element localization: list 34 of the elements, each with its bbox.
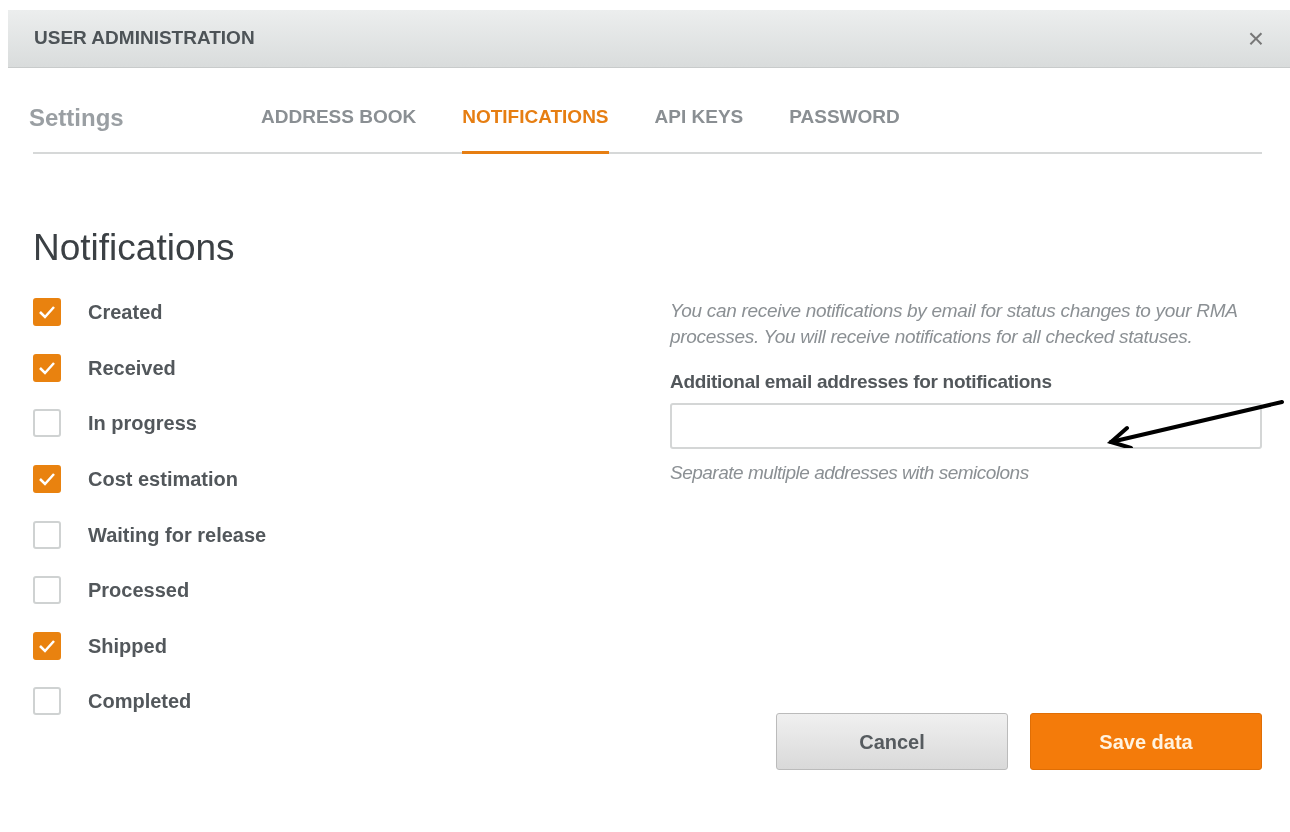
checkbox[interactable] bbox=[33, 687, 61, 716]
tab[interactable]: PASSWORD bbox=[789, 102, 900, 154]
save-button[interactable]: Save data bbox=[1030, 713, 1262, 770]
checkbox[interactable] bbox=[33, 353, 61, 382]
checkbox[interactable] bbox=[33, 409, 61, 438]
checkbox[interactable] bbox=[33, 298, 61, 327]
checkbox[interactable] bbox=[33, 631, 61, 660]
close-button[interactable]: × bbox=[1247, 24, 1264, 53]
checkbox-label: Cost estimation bbox=[88, 466, 239, 492]
field-hint: Separate multiple addresses with semicolons bbox=[670, 460, 1030, 485]
checkbox-label: In progress bbox=[88, 411, 197, 437]
tab[interactable]: API KEYS bbox=[654, 102, 744, 154]
checkbox-label: Shipped bbox=[88, 633, 167, 659]
checkbox-label: Received bbox=[88, 355, 176, 381]
checkbox-label: Created bbox=[88, 300, 163, 326]
checkmark-icon bbox=[38, 471, 56, 486]
checkbox[interactable] bbox=[33, 520, 61, 549]
checkbox[interactable] bbox=[33, 464, 61, 493]
field-label: Additional email addresses for notifications bbox=[670, 370, 1052, 394]
heading: Notifications bbox=[33, 226, 236, 270]
checkbox-label: Waiting for release bbox=[88, 522, 267, 548]
checkbox-label: Completed bbox=[88, 689, 192, 715]
checkmark-icon bbox=[38, 305, 56, 320]
email-input-field[interactable] bbox=[670, 402, 1262, 449]
checkbox[interactable] bbox=[33, 576, 61, 605]
section-title: Settings bbox=[29, 103, 125, 133]
cancel-button[interactable]: Cancel bbox=[776, 713, 1008, 770]
tab[interactable]: NOTIFICATIONS bbox=[462, 102, 609, 154]
checkmark-icon bbox=[38, 360, 56, 375]
checkmark-icon bbox=[38, 638, 56, 653]
description: You can receive notifications by email for status changes to your RMA processes. You will receive notifications for all checked statuses. bbox=[670, 299, 1238, 349]
tab[interactable]: ADDRESS BOOK bbox=[261, 102, 417, 154]
checkbox-label: Processed bbox=[88, 578, 190, 604]
window-title: USER ADMINISTRATION bbox=[34, 26, 255, 51]
